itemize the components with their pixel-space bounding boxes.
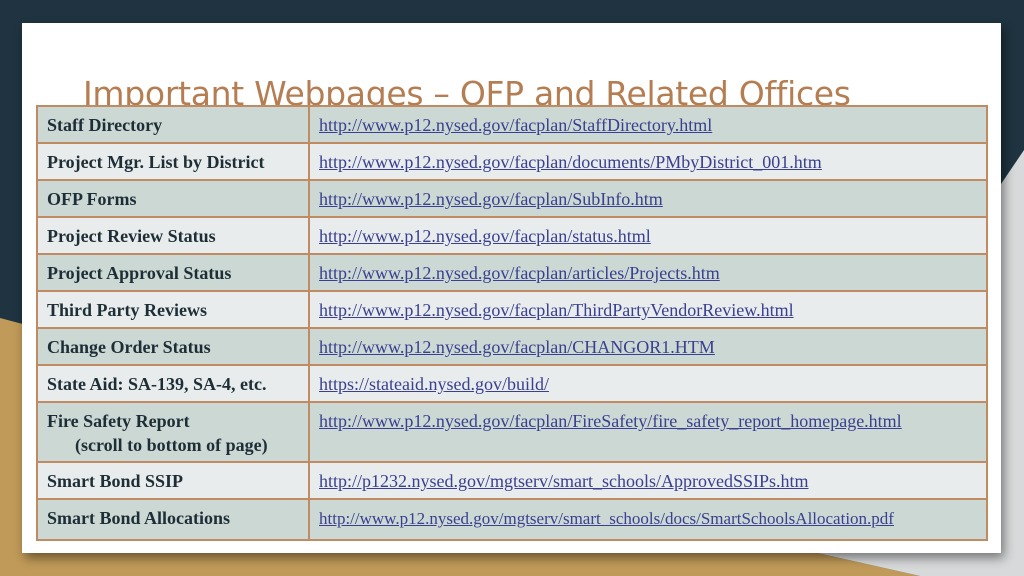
row-link[interactable]: http://www.p12.nysed.gov/facplan/CHANGOR… [319, 337, 715, 357]
webpages-table: Staff Directory http://www.p12.nysed.gov… [36, 105, 988, 541]
row-link[interactable]: http://p1232.nysed.gov/mgtserv/smart_sch… [319, 471, 809, 491]
row-link[interactable]: http://www.p12.nysed.gov/facplan/documen… [319, 152, 822, 172]
table-row: State Aid: SA-139, SA-4, etc. https://st… [36, 364, 988, 403]
row-label: OFP Forms [36, 179, 310, 218]
row-label: Staff Directory [36, 105, 310, 144]
table-row: Project Mgr. List by District http://www… [36, 142, 988, 181]
table-row: Project Review Status http://www.p12.nys… [36, 216, 988, 255]
row-label: Smart Bond SSIP [36, 461, 310, 500]
row-link[interactable]: http://www.p12.nysed.gov/facplan/status.… [319, 226, 651, 246]
table-row: Fire Safety Report (scroll to bottom of … [36, 401, 988, 463]
table-row: Change Order Status http://www.p12.nysed… [36, 327, 988, 366]
row-label: Project Mgr. List by District [36, 142, 310, 181]
table-row: Smart Bond Allocations http://www.p12.ny… [36, 498, 988, 541]
row-label: Third Party Reviews [36, 290, 310, 329]
row-link[interactable]: http://www.p12.nysed.gov/facplan/article… [319, 263, 720, 283]
table-row: Staff Directory http://www.p12.nysed.gov… [36, 105, 988, 144]
row-label: Change Order Status [36, 327, 310, 366]
table-row: Project Approval Status http://www.p12.n… [36, 253, 988, 292]
row-link[interactable]: http://www.p12.nysed.gov/facplan/FireSaf… [319, 411, 902, 431]
row-label-main: Fire Safety Report [47, 411, 190, 431]
row-link[interactable]: http://www.p12.nysed.gov/mgtserv/smart_s… [319, 509, 894, 528]
row-link[interactable]: https://stateaid.nysed.gov/build/ [319, 374, 549, 394]
row-label: Smart Bond Allocations [36, 498, 310, 541]
row-link[interactable]: http://www.p12.nysed.gov/facplan/SubInfo… [319, 189, 663, 209]
row-link[interactable]: http://www.p12.nysed.gov/facplan/StaffDi… [319, 115, 712, 135]
row-label: Project Approval Status [36, 253, 310, 292]
row-label: State Aid: SA-139, SA-4, etc. [36, 364, 310, 403]
row-label: Project Review Status [36, 216, 310, 255]
table-row: Third Party Reviews http://www.p12.nysed… [36, 290, 988, 329]
row-label-sub: (scroll to bottom of page) [75, 435, 268, 455]
table-row: Smart Bond SSIP http://p1232.nysed.gov/m… [36, 461, 988, 500]
row-link[interactable]: http://www.p12.nysed.gov/facplan/ThirdPa… [319, 300, 794, 320]
row-label: Fire Safety Report (scroll to bottom of … [36, 401, 310, 463]
table-row: OFP Forms http://www.p12.nysed.gov/facpl… [36, 179, 988, 218]
